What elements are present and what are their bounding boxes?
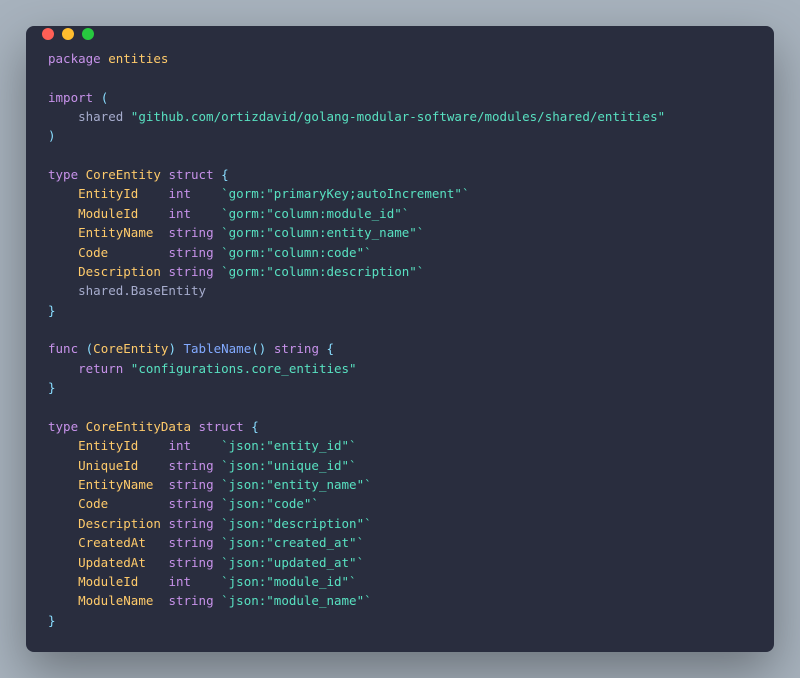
code-window: package entities import ( shared "github… bbox=[26, 26, 774, 652]
minimize-icon[interactable] bbox=[62, 28, 74, 40]
close-icon[interactable] bbox=[42, 28, 54, 40]
zoom-icon[interactable] bbox=[82, 28, 94, 40]
window-titlebar bbox=[26, 26, 774, 43]
code-block: package entities import ( shared "github… bbox=[26, 43, 774, 652]
